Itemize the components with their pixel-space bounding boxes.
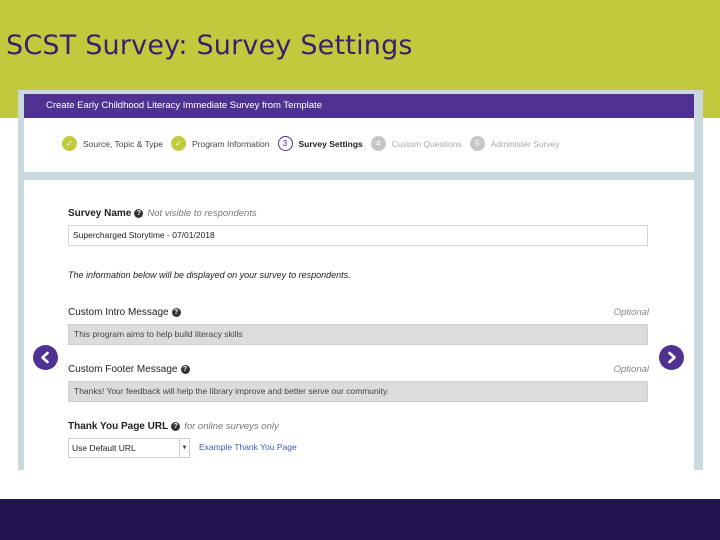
step-program-information[interactable]: ✓ Program Information — [171, 136, 270, 151]
select-value: Use Default URL — [72, 443, 136, 453]
step-number: 4 — [370, 136, 386, 151]
footer-optional-tag: Optional — [613, 364, 649, 375]
step-number: 3 — [277, 136, 293, 151]
survey-name-input[interactable]: Supercharged Storytime - 07/01/2018 — [68, 225, 648, 246]
slide: SCST Survey: Survey Settings Create Earl… — [0, 0, 720, 540]
step-number: 5 — [469, 136, 485, 151]
thank-you-url-hint: for online surveys only — [184, 421, 279, 432]
chevron-left-icon — [41, 351, 49, 364]
wizard-panel: Create Early Childhood Literacy Immediat… — [24, 94, 694, 172]
wizard-header: Create Early Childhood Literacy Immediat… — [24, 94, 694, 118]
app-screenshot: Create Early Childhood Literacy Immediat… — [18, 90, 703, 470]
step-label: Program Information — [192, 138, 270, 149]
survey-name-label-text: Survey Name — [68, 208, 132, 219]
help-icon[interactable]: ? — [171, 307, 181, 317]
example-thank-you-link[interactable]: Example Thank You Page — [199, 442, 297, 452]
step-label: Custom Questions — [391, 138, 462, 149]
survey-name-hint: Not visible to respondents — [147, 208, 257, 219]
footer-message-label-text: Custom Footer Message — [68, 364, 178, 375]
step-label: Survey Settings — [298, 138, 363, 149]
step-check-icon: ✓ — [171, 136, 187, 151]
slide-title: SCST Survey: Survey Settings — [6, 30, 413, 61]
caret-down-icon: ▼ — [179, 439, 189, 457]
step-check-icon: ✓ — [62, 136, 77, 151]
next-slide-button[interactable] — [659, 345, 684, 370]
display-notice: The information below will be displayed … — [68, 270, 351, 280]
wizard-steps: ✓ Source, Topic & Type ✓ Program Informa… — [62, 136, 568, 151]
thank-you-url-label: Thank You Page URL? for online surveys on… — [68, 421, 279, 432]
thank-you-url-select[interactable]: Use Default URL ▼ — [68, 438, 190, 458]
step-source-topic-type[interactable]: ✓ Source, Topic & Type — [62, 136, 163, 151]
intro-message-input[interactable]: This program aims to help build literacy… — [68, 324, 648, 345]
footer-band — [0, 499, 720, 540]
thank-you-url-label-text: Thank You Page URL — [68, 421, 169, 432]
footer-message-label: Custom Footer Message? — [68, 364, 190, 375]
step-label: Administer Survey — [490, 138, 560, 149]
intro-optional-tag: Optional — [613, 307, 649, 318]
intro-message-label: Custom Intro Message? — [68, 307, 181, 318]
help-icon[interactable]: ? — [171, 421, 181, 431]
step-label: Source, Topic & Type — [83, 138, 164, 149]
step-administer-survey[interactable]: 5 Administer Survey — [469, 136, 560, 151]
help-icon[interactable]: ? — [134, 208, 144, 218]
step-custom-questions[interactable]: 4 Custom Questions — [370, 136, 462, 151]
help-icon[interactable]: ? — [180, 364, 190, 374]
intro-message-label-text: Custom Intro Message — [68, 307, 169, 318]
chevron-right-icon — [668, 351, 676, 364]
step-survey-settings[interactable]: 3 Survey Settings — [277, 136, 363, 151]
survey-name-label: Survey Name? Not visible to respondents — [68, 208, 257, 219]
prev-slide-button[interactable] — [33, 345, 58, 370]
footer-message-input[interactable]: Thanks! Your feedback will help the libr… — [68, 381, 648, 402]
